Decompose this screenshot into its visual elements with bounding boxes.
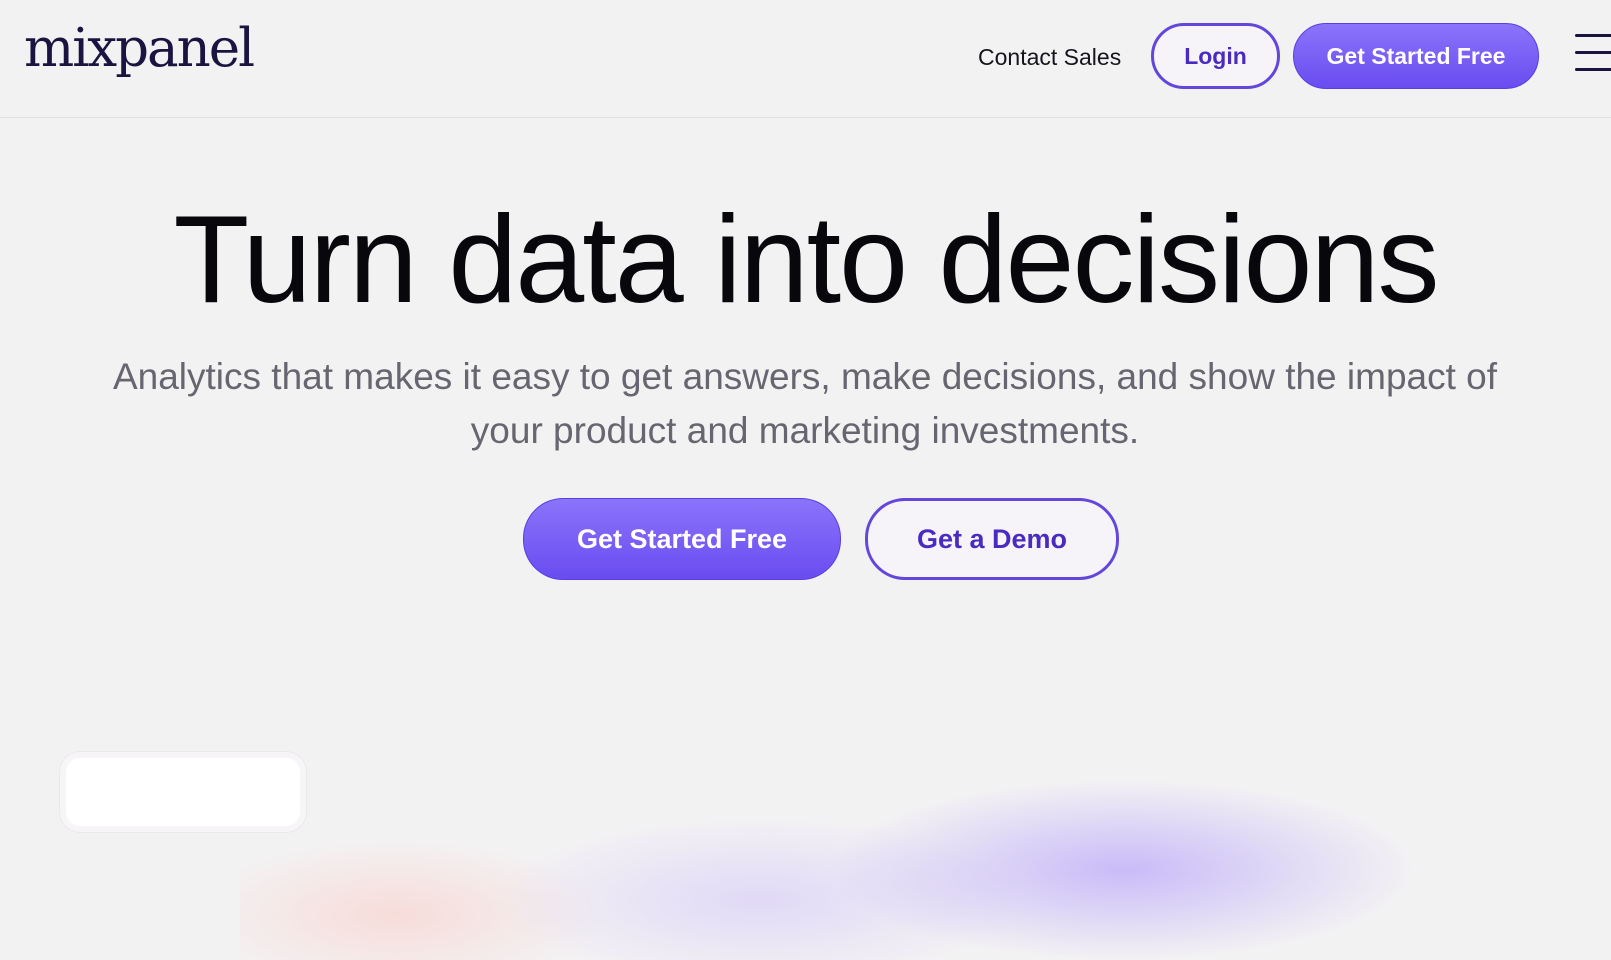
get-started-free-button[interactable]: Get Started Free [523, 498, 841, 580]
hamburger-menu-icon[interactable] [1575, 32, 1611, 74]
mixpanel-logo[interactable]: mixpanel [24, 14, 255, 84]
site-header: mixpanel Contact Sales Login Get Started… [0, 0, 1611, 118]
login-button[interactable]: Login [1151, 23, 1280, 89]
menu-bar [1575, 68, 1611, 71]
menu-bar [1575, 51, 1611, 54]
hero-subtitle: Analytics that makes it easy to get answ… [112, 356, 1498, 451]
contact-sales-link[interactable]: Contact Sales [978, 40, 1121, 74]
get-started-free-header-button[interactable]: Get Started Free [1293, 23, 1539, 89]
hero-title-text: Turn data into decisions [173, 191, 1440, 329]
menu-bar [1575, 34, 1611, 37]
product-preview-card [60, 752, 306, 832]
hero-title: Turn data into decisions [0, 190, 1611, 330]
get-a-demo-button[interactable]: Get a Demo [865, 498, 1119, 580]
background-glow [240, 660, 1540, 960]
